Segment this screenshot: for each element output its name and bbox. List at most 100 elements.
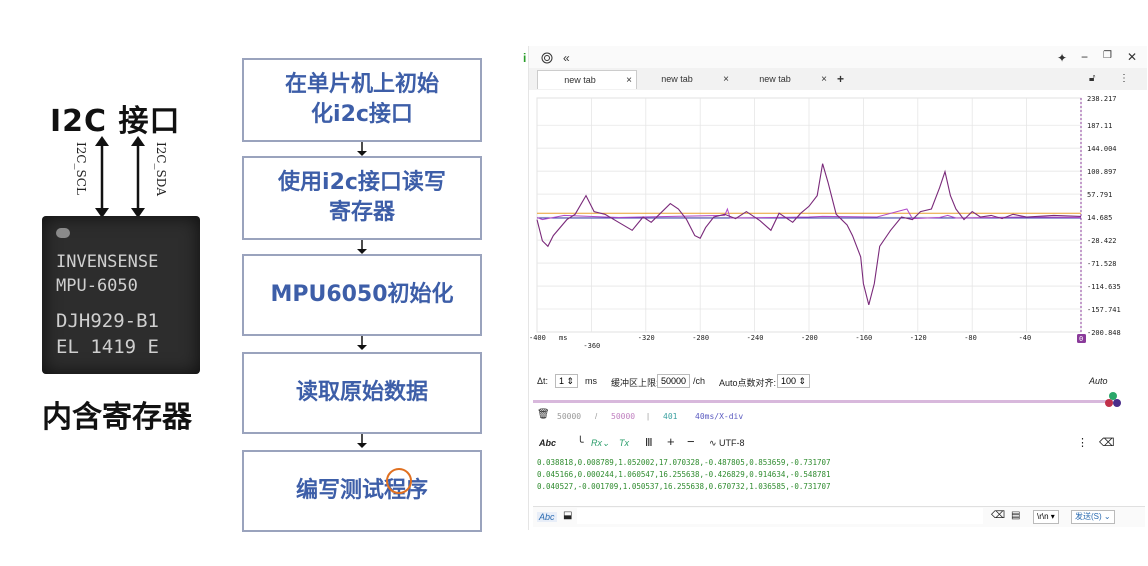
zoom-in-button[interactable]: + <box>667 434 675 449</box>
i2c-interface-title: I2C 接口 <box>50 104 181 139</box>
flow-arrows <box>357 142 367 448</box>
x-tick-label: -240 <box>747 334 764 342</box>
tx-toggle[interactable]: Tx <box>619 438 629 448</box>
flow-step-1: 在单片机上初始 化i2c接口 <box>242 58 482 142</box>
buffer-unit: /ch <box>693 376 706 386</box>
abc-button[interactable]: Abc <box>539 438 556 448</box>
tab-3[interactable]: new tab × <box>733 70 831 88</box>
dt-unit: ms <box>585 376 597 386</box>
slider-handle-purple[interactable] <box>1113 399 1121 407</box>
restore-icon[interactable]: ❐ <box>1103 50 1112 61</box>
stat-b: 50000 <box>611 412 636 421</box>
cursor-highlight-icon <box>386 468 412 494</box>
chip-date: EL 1419 E <box>56 336 159 358</box>
tab-label: new tab <box>759 74 791 84</box>
minimize-icon[interactable]: − <box>1081 50 1088 64</box>
plot-area[interactable]: 238.217 187.11 144.004 100.897 57.791 14.685 -… <box>529 92 1147 354</box>
stat-points: 401 <box>663 412 678 421</box>
serial-tool-window: i « ✦ − ❐ ✕ new tab × new tab × new tab … <box>523 46 1147 530</box>
y-tick-label: -71.528 <box>1087 260 1117 268</box>
x-tick-label: -120 <box>910 334 927 342</box>
buffer-label: 缓冲区上限: <box>611 378 659 388</box>
i2c-bus-arrows <box>95 136 145 218</box>
send-button[interactable]: 发送(S) ⌄ <box>1071 510 1115 524</box>
zoom-out-button[interactable]: − <box>687 434 695 449</box>
close-icon[interactable]: ✕ <box>1127 50 1137 64</box>
auto-align-label: Auto点数对齐: <box>719 378 777 388</box>
y-tick-label: -157.741 <box>1087 306 1121 314</box>
send-clear-icon[interactable]: ⌫ <box>991 510 1005 521</box>
mpu6050-chip-image: INVENSENSE MPU-6050 DJH929-B1 EL 1419 E <box>42 216 200 374</box>
mode-icon[interactable]: ╰ <box>577 436 584 449</box>
format-icon[interactable]: Ⅲ <box>645 436 653 449</box>
send-file-icon[interactable]: ⬓ <box>563 510 572 521</box>
y-tick-label: 57.791 <box>1087 191 1112 199</box>
tab-close-icon[interactable]: × <box>719 74 733 85</box>
scl-pin-label: I2C_SCL <box>74 142 88 195</box>
chip-caption: 内含寄存器 <box>42 400 192 435</box>
slider-handle-red[interactable] <box>1105 399 1113 407</box>
stat-a: 50000 <box>557 412 582 421</box>
encoding-select[interactable]: ∿ UTF-8 <box>709 438 745 449</box>
y-tick-label: -28.422 <box>1087 237 1117 245</box>
stat-sep2: | <box>647 412 650 421</box>
line-ending-select[interactable]: \r\n ▾ <box>1033 510 1059 524</box>
buffer-input[interactable]: 50000 <box>657 374 691 388</box>
stat-xdiv: 40ms/X-div <box>695 412 744 421</box>
x-tick-label: -280 <box>692 334 709 342</box>
x-tick-label: -200 <box>801 334 818 342</box>
rx-toggle[interactable]: Rx⌄ <box>591 438 610 449</box>
rx-data-line: 0.038818,0.008789,1.052002,17.070328,-0.… <box>537 458 831 467</box>
tab-close-icon[interactable]: × <box>817 74 831 85</box>
tab-1[interactable]: new tab × <box>537 70 637 89</box>
rx-data-line: 0.040527,-0.001709,1.050537,16.255638,0.… <box>537 482 831 491</box>
sda-pin-label: I2C_SDA <box>154 142 168 197</box>
x-tick-label: -400 <box>529 334 546 342</box>
collapse-icon[interactable]: « <box>563 51 570 65</box>
x-tick-label: -160 <box>855 334 872 342</box>
send-history-icon[interactable]: ▤ <box>1011 510 1020 521</box>
tab-close-icon[interactable]: × <box>622 75 636 86</box>
fingerprint-icon[interactable] <box>541 52 553 64</box>
chip-code: DJH929-B1 <box>56 310 159 332</box>
x-tick-label: 0 <box>1079 335 1083 343</box>
info-icon[interactable]: i <box>523 51 526 65</box>
dt-label: Δt: <box>537 376 549 386</box>
x-tick-label: -360 <box>583 342 600 350</box>
x-tick-label: -320 <box>638 334 655 342</box>
add-tab-button[interactable]: + <box>837 72 844 86</box>
clear-rx-icon[interactable]: ⌫ <box>1099 436 1115 449</box>
pin-icon[interactable]: ✦ <box>1057 51 1067 65</box>
trash-icon[interactable]: 🗑︎ <box>537 409 550 420</box>
y-tick-label: -114.635 <box>1087 283 1121 291</box>
y-tick-label: 144.004 <box>1087 145 1117 153</box>
dt-input[interactable]: 1 ⇕ <box>555 374 579 388</box>
y-tick-label: 187.11 <box>1087 122 1112 130</box>
title-bar <box>529 46 1147 68</box>
y-tick-label: 100.897 <box>1087 168 1117 176</box>
y-tick-label: -200.848 <box>1087 329 1121 337</box>
send-input[interactable] <box>577 508 983 524</box>
y-tick-label: 238.217 <box>1087 95 1117 103</box>
y-tick-label: 14.685 <box>1087 214 1112 222</box>
auto-align-input[interactable]: 100 ⇕ <box>777 374 811 388</box>
tab-label: new tab <box>564 75 596 85</box>
more-icon[interactable]: ⋮ <box>1119 73 1129 84</box>
waveform-chart: 238.217 187.11 144.004 100.897 57.791 14.685 -… <box>529 95 1121 350</box>
x-tick-label: -80 <box>964 334 977 342</box>
stat-sep1: / <box>595 412 598 421</box>
x-unit-label: ms <box>559 334 567 342</box>
rx-data-line: 0.045166,0.000244,1.060547,16.255638,-0.… <box>537 470 831 479</box>
range-slider[interactable] <box>533 400 1113 403</box>
tab-label: new tab <box>661 74 693 84</box>
chip-model: MPU-6050 <box>56 276 138 296</box>
lock-icon[interactable]: 🔓︎ <box>1089 73 1095 84</box>
chip-brand: INVENSENSE <box>56 252 159 272</box>
tab-2[interactable]: new tab × <box>635 70 733 88</box>
flow-step-5: 编写测试程序 <box>242 450 482 532</box>
rx-more-icon[interactable]: ⋮ <box>1077 436 1088 449</box>
chip-logo-icon <box>56 228 70 238</box>
x-tick-label: -40 <box>1019 334 1032 342</box>
auto-mode-button[interactable]: Auto <box>1089 376 1108 386</box>
send-abc-button[interactable]: Abc <box>537 512 557 522</box>
